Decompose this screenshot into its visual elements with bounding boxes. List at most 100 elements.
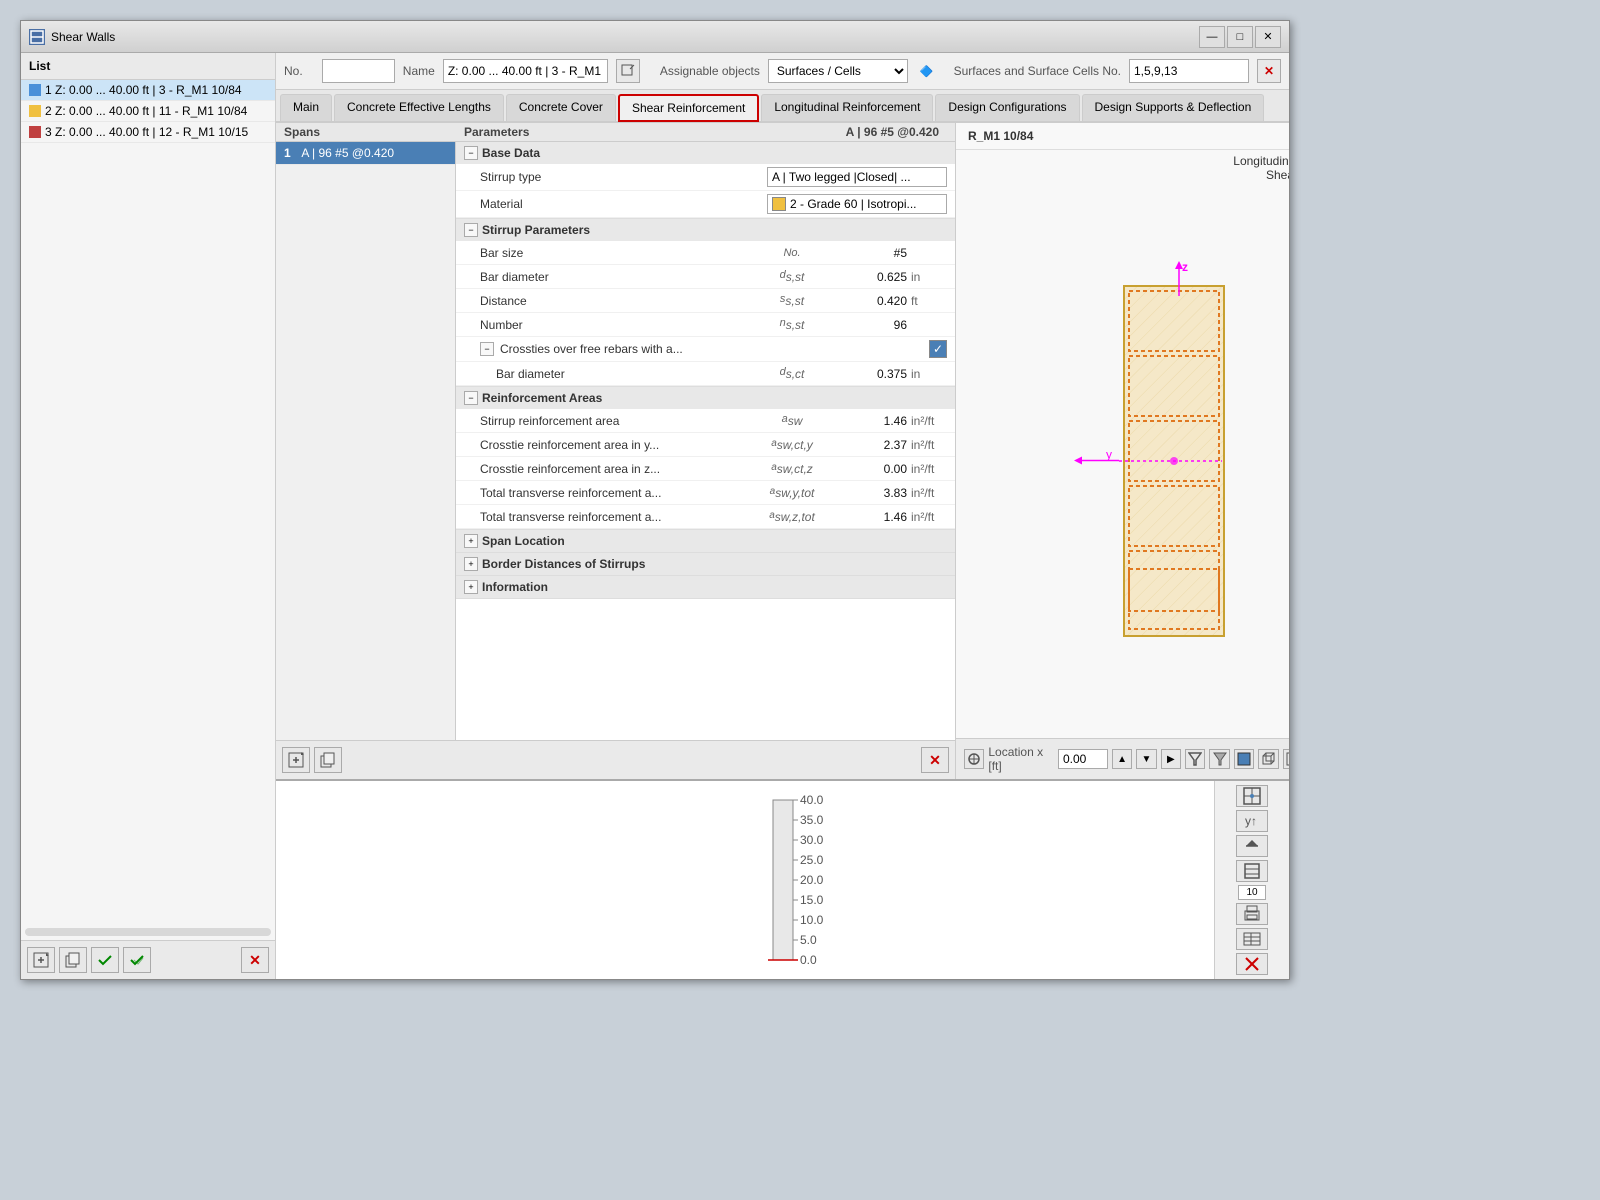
span-item-1[interactable]: 1 A | 96 #5 @0.420 bbox=[276, 142, 455, 165]
viz-arrow-right[interactable]: ▶ bbox=[1161, 749, 1181, 769]
no-input[interactable] bbox=[322, 59, 395, 83]
svg-text:20.0: 20.0 bbox=[800, 873, 823, 887]
item-color-1 bbox=[29, 84, 41, 96]
sidebar-item-2[interactable]: 2 Z: 0.00 ... 40.00 ft | 11 - R_M1 10/84 bbox=[21, 101, 275, 122]
maximize-button[interactable]: □ bbox=[1227, 26, 1253, 48]
sidebar-item-1[interactable]: 1 Z: 0.00 ... 40.00 ft | 3 - R_M1 10/84 bbox=[21, 80, 275, 101]
bottom-close-btn[interactable] bbox=[1236, 953, 1268, 975]
surfaces-close-button[interactable]: ✕ bbox=[1257, 59, 1281, 83]
section-span-location-label: Span Location bbox=[482, 534, 947, 548]
name-edit-button[interactable] bbox=[616, 59, 640, 83]
param-total-z-symbol: asw,z,tot bbox=[757, 510, 827, 524]
sidebar-item-3[interactable]: 3 Z: 0.00 ... 40.00 ft | 12 - R_M1 10/15 bbox=[21, 122, 275, 143]
param-distance-unit: ft bbox=[907, 294, 947, 308]
item-color-2 bbox=[29, 105, 41, 117]
section-information-header[interactable]: + Information bbox=[456, 576, 955, 598]
param-distance-label: Distance bbox=[480, 294, 757, 308]
bottom-btn-2[interactable]: y↑ bbox=[1236, 810, 1268, 832]
bottom-btn-3[interactable] bbox=[1236, 835, 1268, 857]
sidebar-new-button[interactable] bbox=[27, 947, 55, 973]
param-ct-bar-diameter-label: Bar diameter bbox=[496, 367, 757, 381]
sidebar-delete-button[interactable]: ✕ bbox=[241, 947, 269, 973]
tab-shear-reinforcement[interactable]: Shear Reinforcement bbox=[618, 94, 759, 122]
material-display[interactable]: 2 - Grade 60 | Isotropi... bbox=[767, 194, 947, 214]
name-input[interactable] bbox=[443, 59, 608, 83]
sidebar-check2-button[interactable] bbox=[123, 947, 151, 973]
sidebar-bottom: ✕ bbox=[21, 940, 275, 979]
viz-label1: Longitudinal Reinforcement bbox=[968, 154, 1289, 168]
section-stirrup-params-header[interactable]: − Stirrup Parameters bbox=[456, 219, 955, 241]
section-reinf-areas-header[interactable]: − Reinforcement Areas bbox=[456, 387, 955, 409]
param-ct-area-y-value: 2.37 bbox=[827, 438, 907, 452]
title-bar: Shear Walls — □ ✕ bbox=[21, 21, 1289, 53]
section-base-data-header[interactable]: − Base Data bbox=[456, 142, 955, 164]
stirrup-type-display[interactable]: A | Two legged | Closed | ... bbox=[767, 167, 947, 187]
param-stirrup-area-value: 1.46 bbox=[827, 414, 907, 428]
param-ct-area-y-symbol: asw,ct,y bbox=[757, 438, 827, 452]
expand-reinf-areas[interactable]: − bbox=[464, 391, 478, 405]
closed-label: Closed bbox=[857, 170, 894, 184]
sidebar-scrollbar[interactable] bbox=[25, 928, 271, 936]
main-panel: No. Name Assignable objects Surfaces / C… bbox=[276, 53, 1289, 979]
viz-header: R_M1 10/84 bbox=[956, 123, 1289, 150]
param-ct-bar-diameter: Bar diameter ds,ct 0.375 in bbox=[456, 362, 955, 386]
param-ct-area-z: Crosstie reinforcement area in z... asw,… bbox=[456, 457, 955, 481]
col-spans-header: Spans bbox=[284, 125, 464, 139]
section-span-location-header[interactable]: + Span Location bbox=[456, 530, 955, 552]
minimize-button[interactable]: — bbox=[1199, 26, 1225, 48]
expand-base-data[interactable]: − bbox=[464, 146, 478, 160]
main-window: Shear Walls — □ ✕ List 1 Z: 0.00 ... 40.… bbox=[20, 20, 1290, 980]
tab-design-supports-deflection[interactable]: Design Supports & Deflection bbox=[1082, 94, 1265, 121]
z-axis-label: z bbox=[1164, 261, 1194, 304]
viz-filter[interactable] bbox=[1185, 749, 1205, 769]
tab-design-configurations[interactable]: Design Configurations bbox=[935, 94, 1079, 121]
viz-filter2[interactable] bbox=[1209, 749, 1229, 769]
param-total-z: Total transverse reinforcement a... asw,… bbox=[456, 505, 955, 529]
location-down[interactable]: ▼ bbox=[1136, 749, 1156, 769]
viz-view3d[interactable] bbox=[1258, 749, 1278, 769]
bottom-btn-4[interactable] bbox=[1236, 860, 1268, 882]
crossties-checkbox[interactable]: ✓ bbox=[929, 340, 947, 358]
sidebar-check1-button[interactable] bbox=[91, 947, 119, 973]
params-copy-button[interactable] bbox=[314, 747, 342, 773]
viz-export[interactable] bbox=[1283, 749, 1289, 769]
params-bottom-toolbar: ✕ bbox=[276, 740, 955, 779]
tab-concrete-effective-lengths[interactable]: Concrete Effective Lengths bbox=[334, 94, 504, 121]
assignable-select[interactable]: Surfaces / Cells bbox=[768, 59, 908, 83]
param-stirrup-area-unit: in²/ft bbox=[907, 414, 947, 428]
section-border-distances-header[interactable]: + Border Distances of Stirrups bbox=[456, 553, 955, 575]
tab-main[interactable]: Main bbox=[280, 94, 332, 121]
param-bar-size: Bar size No. #5 bbox=[456, 241, 955, 265]
expand-crossties[interactable]: − bbox=[480, 342, 494, 356]
bottom-print-btn[interactable] bbox=[1236, 903, 1268, 925]
sidebar-copy-button[interactable] bbox=[59, 947, 87, 973]
location-up[interactable]: ▲ bbox=[1112, 749, 1132, 769]
wall-diagram: z y bbox=[1114, 281, 1234, 644]
close-button[interactable]: ✕ bbox=[1255, 26, 1281, 48]
param-stirrup-area: Stirrup reinforcement area asw 1.46 in²/… bbox=[456, 409, 955, 433]
expand-span-location[interactable]: + bbox=[464, 534, 478, 548]
surfaces-input[interactable] bbox=[1129, 59, 1249, 83]
expand-information[interactable]: + bbox=[464, 580, 478, 594]
tab-concrete-cover[interactable]: Concrete Cover bbox=[506, 94, 616, 121]
bottom-table-btn[interactable] bbox=[1236, 928, 1268, 950]
param-crossties-label: Crossties over free rebars with a... bbox=[500, 342, 929, 356]
section-border-distances: + Border Distances of Stirrups bbox=[456, 553, 955, 576]
location-input[interactable] bbox=[1058, 749, 1108, 769]
params-delete-button[interactable]: ✕ bbox=[921, 747, 949, 773]
param-stirrup-area-label: Stirrup reinforcement area bbox=[480, 414, 757, 428]
expand-border-distances[interactable]: + bbox=[464, 557, 478, 571]
tab-longitudinal-reinforcement[interactable]: Longitudinal Reinforcement bbox=[761, 94, 933, 121]
svg-text:z: z bbox=[1182, 261, 1188, 274]
bottom-visualization: 40.0 35.0 30.0 25.0 20.0 15.0 10.0 5.0 0… bbox=[276, 781, 1289, 979]
params-new-button[interactable] bbox=[282, 747, 310, 773]
param-total-y-value: 3.83 bbox=[827, 486, 907, 500]
viz-tool-1[interactable] bbox=[964, 749, 984, 769]
bottom-btn-1[interactable] bbox=[1236, 785, 1268, 807]
bottom-right-toolbar: y↑ 10 bbox=[1214, 781, 1289, 979]
param-total-y: Total transverse reinforcement a... asw,… bbox=[456, 481, 955, 505]
param-ct-area-z-symbol: asw,ct,z bbox=[757, 462, 827, 476]
tab-content: Spans Parameters A | 96 #5 @0.420 1 A | … bbox=[276, 123, 1289, 779]
expand-stirrup-params[interactable]: − bbox=[464, 223, 478, 237]
viz-color[interactable] bbox=[1234, 749, 1254, 769]
